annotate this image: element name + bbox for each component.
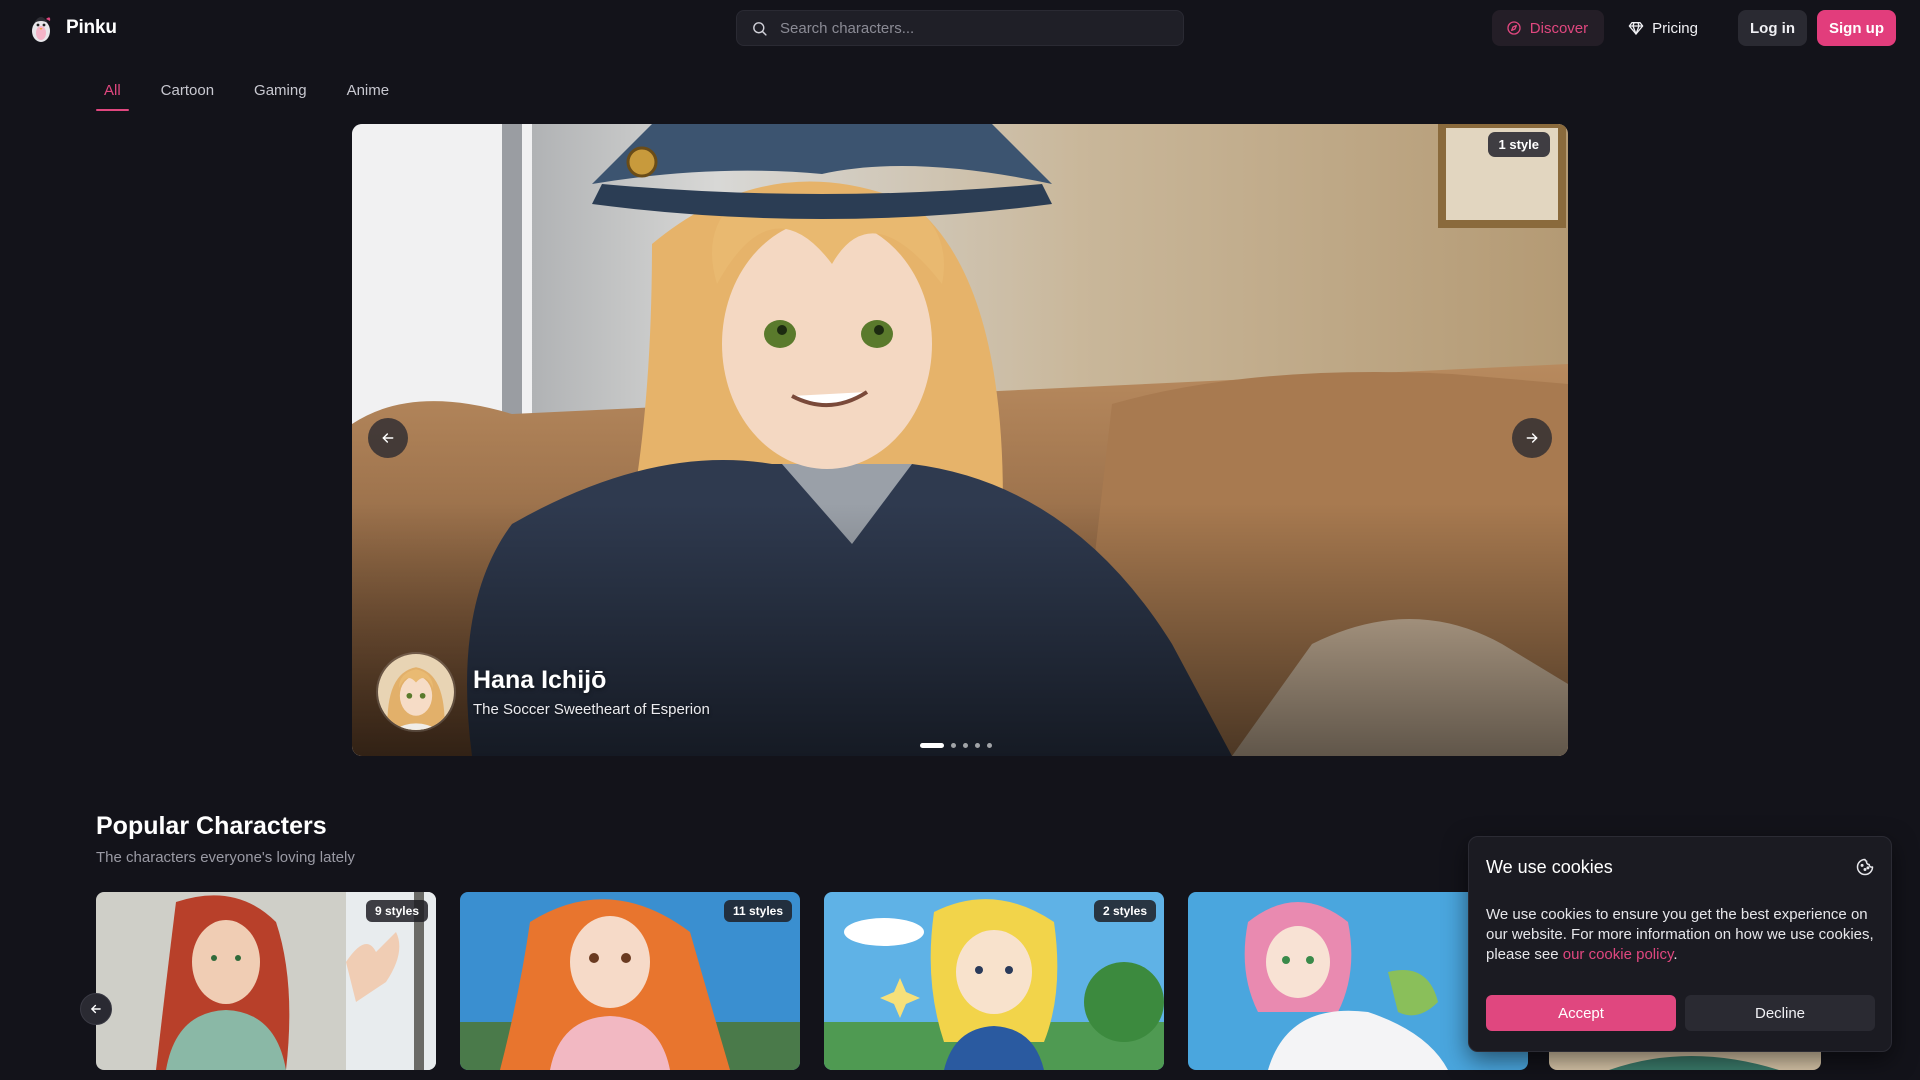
hero-dot-5[interactable] bbox=[987, 743, 992, 748]
hero-pagination bbox=[920, 743, 992, 748]
pricing-label: Pricing bbox=[1652, 19, 1698, 37]
popular-prev-button[interactable] bbox=[80, 993, 112, 1025]
cookie-icon bbox=[1856, 858, 1874, 876]
hero-avatar bbox=[376, 652, 456, 732]
brand[interactable]: Pinku bbox=[28, 13, 117, 43]
hero-carousel[interactable]: 1 style Hana Ichijō The Soccer Sweethear… bbox=[352, 124, 1568, 756]
search-input[interactable] bbox=[780, 19, 1160, 37]
hero-dot-1[interactable] bbox=[920, 743, 944, 748]
character-card[interactable]: 11 styles bbox=[460, 892, 800, 1070]
cookie-title: We use cookies bbox=[1486, 857, 1613, 877]
cookie-consent-banner: We use cookies We use cookies to ensure … bbox=[1468, 836, 1892, 1052]
hero-avatar-image bbox=[378, 654, 454, 730]
hero-character-name: Hana Ichijō bbox=[473, 666, 607, 694]
header-nav: Discover Pricing Log in Sign up bbox=[1491, 10, 1896, 46]
discover-compass-icon bbox=[1507, 21, 1521, 35]
cookie-policy-link[interactable]: our cookie policy bbox=[1563, 946, 1674, 963]
hero-character-subtitle: The Soccer Sweetheart of Esperion bbox=[473, 701, 710, 718]
tab-cartoon[interactable]: Cartoon bbox=[161, 80, 214, 111]
arrow-right-icon bbox=[1526, 433, 1538, 443]
hero-dot-2[interactable] bbox=[951, 743, 956, 748]
tab-all[interactable]: All bbox=[96, 80, 129, 111]
card-style-count-badge: 2 styles bbox=[1093, 900, 1156, 922]
cookie-message: We use cookies to ensure you get the bes… bbox=[1486, 905, 1878, 965]
tab-gaming[interactable]: Gaming bbox=[254, 80, 307, 111]
cookie-message-text: We use cookies to ensure you get the bes… bbox=[1486, 906, 1874, 963]
card-style-count-badge: 11 styles bbox=[723, 900, 792, 922]
pricing-button[interactable]: Pricing bbox=[1614, 10, 1712, 46]
arrow-left-icon bbox=[382, 433, 394, 443]
pinku-logo-icon bbox=[32, 17, 51, 42]
hero-text: Hana Ichijō The Soccer Sweetheart of Esp… bbox=[473, 666, 710, 718]
diamond-icon bbox=[1628, 22, 1644, 35]
login-button[interactable]: Log in bbox=[1738, 10, 1807, 46]
search-icon bbox=[753, 21, 767, 36]
popular-section-title: Popular Characters bbox=[96, 812, 327, 840]
arrow-left-icon bbox=[91, 1004, 101, 1014]
card-style-count-badge: 9 styles bbox=[365, 900, 428, 922]
hero-character-info[interactable]: Hana Ichijō The Soccer Sweetheart of Esp… bbox=[376, 652, 710, 732]
hero-dot-3[interactable] bbox=[963, 743, 968, 748]
hero-prev-button[interactable] bbox=[368, 418, 408, 458]
cookie-message-end: . bbox=[1673, 946, 1678, 963]
cookie-decline-button[interactable]: Decline bbox=[1685, 995, 1875, 1031]
character-card[interactable]: 9 styles bbox=[96, 892, 436, 1070]
category-tabs: All Cartoon Gaming Anime bbox=[96, 80, 390, 111]
brand-name: Pinku bbox=[66, 17, 117, 38]
hero-dot-4[interactable] bbox=[975, 743, 980, 748]
character-card[interactable]: 2 styles bbox=[824, 892, 1164, 1070]
hero-next-button[interactable] bbox=[1512, 418, 1552, 458]
signup-button[interactable]: Sign up bbox=[1817, 10, 1896, 46]
popular-section-subtitle: The characters everyone's loving lately bbox=[96, 849, 355, 866]
discover-button[interactable]: Discover bbox=[1491, 10, 1605, 46]
hero-style-count-badge: 1 style bbox=[1487, 132, 1550, 157]
top-header: Pinku Discover Pricing Log in Sign up bbox=[0, 0, 1920, 56]
discover-label: Discover bbox=[1529, 19, 1589, 37]
cookie-accept-button[interactable]: Accept bbox=[1486, 995, 1676, 1031]
search-bar[interactable] bbox=[736, 10, 1184, 46]
tab-anime[interactable]: Anime bbox=[347, 80, 390, 111]
